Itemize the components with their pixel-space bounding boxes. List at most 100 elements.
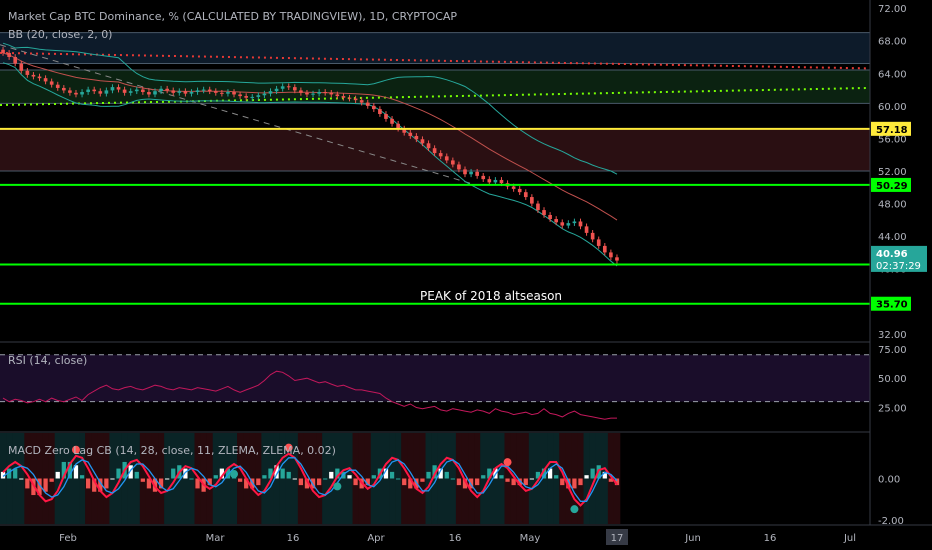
candle[interactable] bbox=[171, 90, 176, 93]
candle[interactable] bbox=[1, 49, 5, 53]
candle[interactable] bbox=[7, 52, 11, 57]
candle[interactable] bbox=[49, 81, 54, 85]
candle[interactable] bbox=[378, 109, 382, 114]
candle[interactable] bbox=[609, 252, 613, 258]
candle[interactable] bbox=[92, 89, 97, 92]
candle[interactable] bbox=[311, 93, 315, 95]
candle[interactable] bbox=[37, 76, 42, 79]
candle[interactable] bbox=[274, 88, 279, 92]
candle[interactable] bbox=[463, 169, 467, 175]
candle[interactable] bbox=[232, 92, 236, 95]
candle[interactable] bbox=[256, 95, 261, 97]
candle[interactable] bbox=[317, 92, 321, 94]
candle[interactable] bbox=[420, 139, 425, 144]
candle[interactable] bbox=[347, 97, 352, 99]
candle[interactable] bbox=[359, 100, 364, 103]
candle[interactable] bbox=[305, 92, 309, 95]
candle[interactable] bbox=[104, 90, 109, 94]
candle[interactable] bbox=[122, 89, 127, 93]
candle[interactable] bbox=[189, 92, 194, 94]
candle[interactable] bbox=[530, 197, 534, 204]
candle[interactable] bbox=[226, 92, 230, 94]
rsi-panel[interactable] bbox=[0, 354, 870, 420]
candle[interactable] bbox=[475, 171, 479, 176]
candle[interactable] bbox=[536, 203, 540, 211]
candle[interactable] bbox=[25, 70, 30, 75]
candle[interactable] bbox=[572, 221, 577, 224]
candle[interactable] bbox=[329, 92, 334, 95]
candle[interactable] bbox=[31, 74, 36, 77]
price-panel[interactable] bbox=[0, 32, 871, 305]
candle[interactable] bbox=[481, 175, 486, 180]
candle[interactable] bbox=[578, 221, 583, 227]
candle[interactable] bbox=[432, 148, 437, 154]
candle[interactable] bbox=[323, 92, 328, 94]
candle[interactable] bbox=[280, 86, 285, 89]
candle[interactable] bbox=[207, 89, 212, 92]
candle[interactable] bbox=[384, 114, 388, 119]
candle[interactable] bbox=[438, 153, 443, 157]
candle[interactable] bbox=[408, 132, 413, 136]
bb-indicator-label[interactable]: BB (20, close, 2, 0) bbox=[8, 28, 112, 41]
candle[interactable] bbox=[147, 92, 151, 95]
candle[interactable] bbox=[244, 96, 248, 98]
candle[interactable] bbox=[353, 98, 358, 101]
candle[interactable] bbox=[201, 89, 206, 91]
candle[interactable] bbox=[602, 245, 607, 253]
candle[interactable] bbox=[511, 186, 516, 189]
candle[interactable] bbox=[13, 57, 18, 64]
candle[interactable] bbox=[250, 96, 255, 98]
candle[interactable] bbox=[220, 92, 224, 94]
candle[interactable] bbox=[141, 89, 145, 93]
candle[interactable] bbox=[238, 94, 242, 97]
candle[interactable] bbox=[292, 87, 297, 91]
candle[interactable] bbox=[268, 91, 273, 94]
candle[interactable] bbox=[390, 118, 394, 124]
candle[interactable] bbox=[469, 171, 473, 175]
macd-indicator-label[interactable]: MACD Zero Lag CB (14, 28, close, 11, ZLE… bbox=[8, 444, 336, 457]
candle[interactable] bbox=[19, 63, 24, 71]
candle[interactable] bbox=[165, 88, 169, 91]
candle[interactable] bbox=[153, 91, 157, 95]
candle[interactable] bbox=[177, 91, 182, 93]
candle[interactable] bbox=[414, 135, 419, 140]
candle[interactable] bbox=[110, 87, 115, 91]
candle[interactable] bbox=[74, 92, 78, 95]
candle[interactable] bbox=[487, 179, 492, 183]
rsi-indicator-label[interactable]: RSI (14, close) bbox=[8, 354, 87, 367]
candle[interactable] bbox=[499, 179, 504, 184]
candle[interactable] bbox=[372, 105, 376, 110]
candle[interactable] bbox=[262, 93, 267, 96]
candle[interactable] bbox=[341, 96, 346, 98]
candle[interactable] bbox=[86, 89, 90, 93]
candle[interactable] bbox=[55, 84, 60, 88]
candle[interactable] bbox=[451, 160, 455, 165]
candle[interactable] bbox=[43, 78, 48, 82]
candle[interactable] bbox=[68, 90, 72, 93]
candle[interactable] bbox=[116, 87, 121, 90]
candle[interactable] bbox=[299, 90, 303, 93]
candle[interactable] bbox=[183, 91, 188, 94]
candle[interactable] bbox=[98, 91, 103, 94]
candle[interactable] bbox=[615, 257, 619, 261]
candle[interactable] bbox=[584, 226, 589, 233]
candle[interactable] bbox=[560, 222, 565, 226]
candle[interactable] bbox=[444, 156, 449, 161]
candle[interactable] bbox=[596, 239, 601, 246]
candle[interactable] bbox=[213, 91, 218, 93]
candle[interactable] bbox=[134, 89, 139, 92]
candle[interactable] bbox=[365, 102, 370, 106]
candle[interactable] bbox=[554, 219, 558, 223]
candle[interactable] bbox=[457, 164, 461, 170]
candle[interactable] bbox=[590, 232, 595, 240]
candle[interactable] bbox=[62, 87, 66, 91]
candle[interactable] bbox=[548, 214, 552, 220]
candle[interactable] bbox=[286, 86, 291, 88]
candle[interactable] bbox=[80, 92, 84, 95]
candle[interactable] bbox=[426, 143, 431, 149]
candle[interactable] bbox=[195, 90, 200, 93]
candle[interactable] bbox=[542, 210, 546, 215]
candle[interactable] bbox=[128, 91, 133, 93]
candle[interactable] bbox=[493, 179, 498, 183]
candle[interactable] bbox=[335, 94, 340, 97]
